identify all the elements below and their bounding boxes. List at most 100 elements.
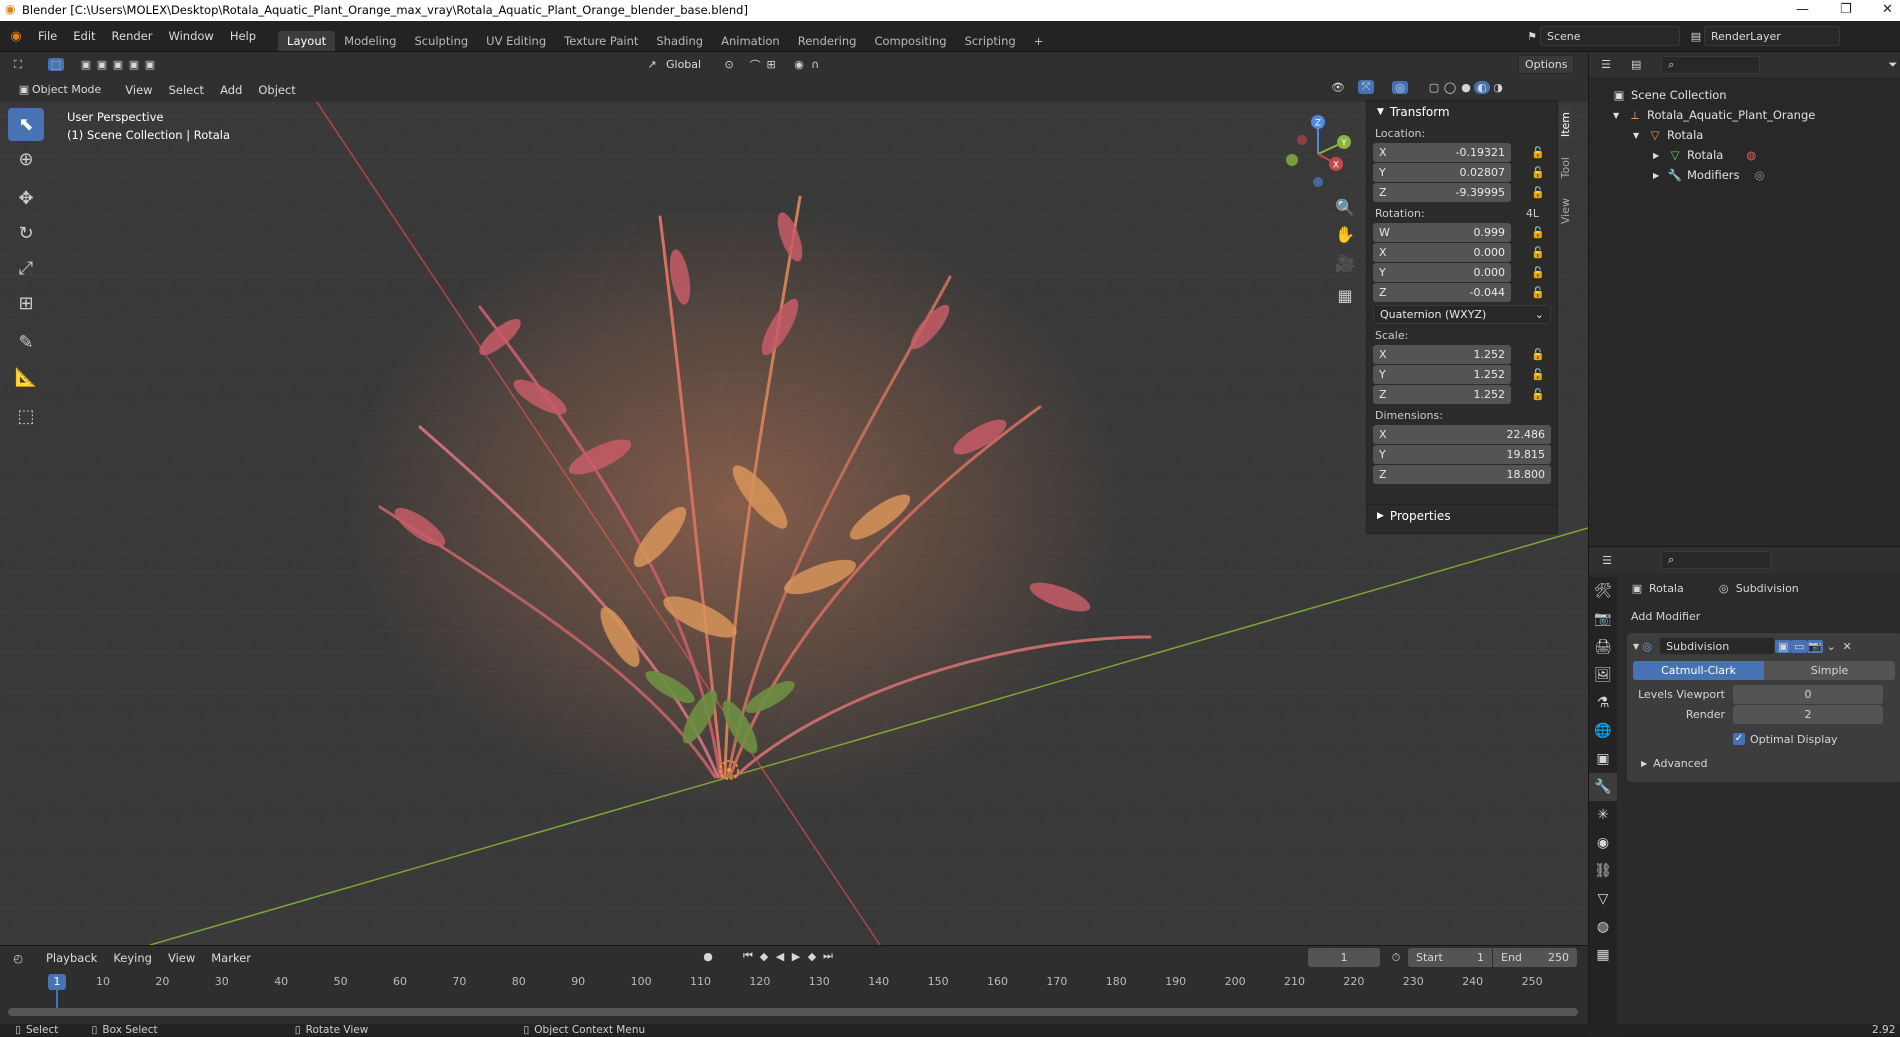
tool-transform-icon[interactable]: ⊞ [8, 287, 44, 320]
location-x-field[interactable]: X -0.19321 🔓 [1373, 143, 1551, 162]
select-mode-invert-icon[interactable]: ▣ [126, 58, 142, 71]
restore-icon[interactable]: ❐ [1840, 2, 1852, 17]
jump-end-icon[interactable]: ⏭ [820, 949, 836, 963]
select-tool-icon[interactable]: ⬚ [48, 58, 64, 71]
select-mode-subtract-icon[interactable]: ▣ [110, 58, 126, 71]
tab-shading[interactable]: Shading [647, 31, 712, 51]
tool-move-icon[interactable]: ✥ [8, 182, 44, 215]
viewport-menu-view[interactable]: View [117, 83, 160, 97]
physics-tab-icon[interactable]: ◉ [1589, 829, 1617, 857]
constraints-tab-icon[interactable]: ⛓ [1589, 857, 1617, 885]
pan-hand-icon[interactable]: ✋ [1333, 223, 1357, 247]
scene-tab-icon[interactable]: ⚗ [1589, 689, 1617, 717]
minimize-icon[interactable]: — [1796, 2, 1809, 17]
proportional-edit-icon[interactable]: ◉ [791, 58, 807, 71]
tab-view[interactable]: View [1559, 194, 1572, 228]
rotation-x-field[interactable]: X 0.000 🔓 [1373, 243, 1551, 262]
timeline-menu-playback[interactable]: Playback [38, 951, 105, 965]
rotation-mode-dropdown[interactable]: Quaternion (WXYZ) ⌄ [1373, 305, 1551, 324]
edit-mode-toggle-icon[interactable]: ▣ [1775, 639, 1792, 653]
expand-arrow-icon[interactable]: ▼ [1633, 131, 1647, 140]
transform-panel-header[interactable]: ▼ Transform [1367, 101, 1557, 123]
data-tab-icon[interactable]: ▽ [1589, 885, 1617, 913]
play-reverse-icon[interactable]: ◀ [772, 950, 788, 963]
lock-icon[interactable]: 🔓 [1531, 226, 1545, 239]
expand-arrow-icon[interactable]: ▼ [1613, 111, 1627, 120]
object-mode-dropdown[interactable]: ▣ Object Mode [10, 80, 107, 99]
timeline-menu-marker[interactable]: Marker [203, 951, 259, 965]
lock-icon[interactable]: 🔓 [1531, 388, 1545, 401]
rotation-lock-4l[interactable]: 4L [1526, 207, 1539, 220]
lock-icon[interactable]: 🔓 [1531, 166, 1545, 179]
viewport-menu-select[interactable]: Select [161, 83, 212, 97]
outliner-search-input[interactable]: ⌕ [1661, 55, 1760, 74]
close-window-icon[interactable]: ✕ [1882, 2, 1893, 17]
snap-target-icon[interactable]: ⊞ [763, 58, 779, 71]
prev-keyframe-icon[interactable]: ◆ [756, 950, 772, 963]
lock-icon[interactable]: 🔓 [1531, 186, 1545, 199]
tab-animation[interactable]: Animation [712, 31, 789, 51]
camera-view-icon[interactable]: 🎥 [1333, 252, 1357, 276]
snap-icon[interactable]: ⌒ [747, 57, 763, 73]
modifier-menu-chevron-icon[interactable]: ⌄ [1823, 640, 1839, 653]
gizmo-toggle-icon[interactable]: ⤧ [1358, 80, 1374, 94]
stopwatch-icon[interactable]: ⏱ [1388, 951, 1404, 965]
record-icon[interactable]: ● [700, 950, 716, 963]
viewport-menu-object[interactable]: Object [250, 83, 303, 97]
tab-compositing[interactable]: Compositing [865, 31, 955, 51]
render-tab-icon[interactable]: 📷 [1589, 605, 1617, 633]
tab-rendering[interactable]: Rendering [789, 31, 866, 51]
filter-icon[interactable]: ⏷ [1886, 58, 1900, 72]
tab-item[interactable]: Item [1559, 108, 1572, 142]
tool-select-box-icon[interactable]: ⬉ [8, 108, 44, 141]
menu-render[interactable]: Render [104, 29, 161, 43]
checkbox-checked-icon[interactable]: ✓ [1733, 733, 1745, 745]
options-dropdown[interactable]: Options [1518, 55, 1575, 74]
dimensions-z-field[interactable]: Z 18.800 [1373, 465, 1551, 484]
wireframe-shading-icon[interactable]: ◯ [1442, 81, 1458, 94]
material-tab-icon[interactable]: ◍ [1589, 913, 1617, 941]
menu-window[interactable]: Window [160, 29, 221, 43]
menu-edit[interactable]: Edit [65, 29, 103, 43]
material-shading-icon[interactable]: ◐ [1474, 80, 1490, 94]
properties-panel-header[interactable]: ▶ Properties [1367, 504, 1557, 526]
playhead-frame[interactable]: 1 [48, 974, 66, 990]
tool-scale-icon[interactable]: ⤢ [8, 252, 44, 285]
render-toggle-icon[interactable]: 📷 [1807, 639, 1824, 653]
xray-icon[interactable]: ▢ [1426, 81, 1442, 94]
world-tab-icon[interactable]: 🌐 [1589, 717, 1617, 745]
tab-texture-paint[interactable]: Texture Paint [555, 31, 647, 51]
lock-icon[interactable]: 🔓 [1531, 286, 1545, 299]
tool-cursor-icon[interactable]: ⊕ [8, 143, 44, 176]
outliner-editor-type-icon[interactable]: ☰ [1599, 58, 1613, 71]
visibility-icon[interactable]: 👁 [1330, 81, 1346, 94]
zoom-icon[interactable]: 🔍 [1333, 196, 1357, 220]
scene-field[interactable]: Scene [1540, 26, 1680, 46]
optimal-display-checkbox[interactable]: ✓ Optimal Display [1627, 728, 1900, 750]
select-mode-new-icon[interactable]: ▣ [78, 58, 94, 71]
jump-start-icon[interactable]: ⏮ [740, 949, 756, 963]
dimensions-y-field[interactable]: Y 19.815 [1373, 445, 1551, 464]
scale-z-field[interactable]: Z 1.252 🔓 [1373, 385, 1551, 404]
material-icon[interactable]: ◍ [1743, 148, 1759, 162]
location-z-field[interactable]: Z -9.39995 🔓 [1373, 183, 1551, 202]
outliner-row-scene-collection[interactable]: ▣ Scene Collection [1589, 85, 1900, 105]
tab-sculpting[interactable]: Sculpting [405, 31, 477, 51]
pivot-point-icon[interactable]: ⊙ [721, 58, 737, 71]
advanced-subpanel-header[interactable]: ▶ Advanced [1627, 752, 1900, 774]
object-tab-icon[interactable]: ▣ [1589, 745, 1617, 773]
remove-modifier-icon[interactable]: ✕ [1839, 640, 1855, 653]
lock-icon[interactable]: 🔓 [1531, 368, 1545, 381]
texture-tab-icon[interactable]: ▦ [1589, 941, 1617, 969]
menu-help[interactable]: Help [222, 29, 264, 43]
expand-arrow-icon[interactable]: ▶ [1653, 171, 1667, 180]
lock-icon[interactable]: 🔓 [1531, 146, 1545, 159]
timeline-scrollbar[interactable] [8, 1008, 1578, 1016]
outliner-row-modifiers[interactable]: ▶ 🔧 Modifiers ◎ [1589, 165, 1900, 185]
end-frame-field[interactable]: End 250 [1493, 948, 1577, 967]
rotation-y-field[interactable]: Y 0.000 🔓 [1373, 263, 1551, 282]
render-layer-field[interactable]: RenderLayer [1704, 26, 1840, 46]
lock-icon[interactable]: 🔓 [1531, 246, 1545, 259]
lock-icon[interactable]: 🔓 [1531, 348, 1545, 361]
rendered-shading-icon[interactable]: ◑ [1490, 81, 1506, 94]
